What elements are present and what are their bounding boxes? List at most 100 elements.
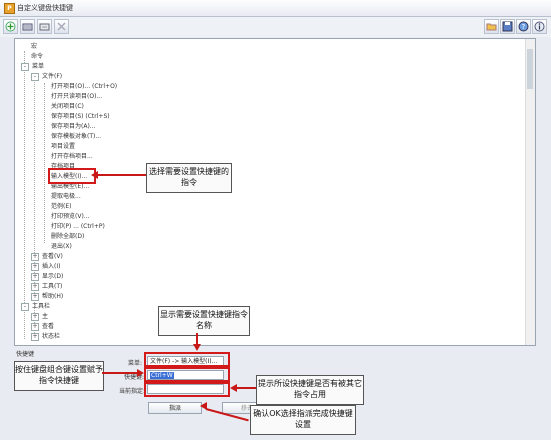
shortcut-group-label: 快捷键 bbox=[16, 351, 35, 358]
tree-item[interactable]: + 状态栏 bbox=[31, 332, 60, 342]
annotation-box-menu bbox=[144, 352, 230, 367]
arrow-hint-used bbox=[236, 387, 256, 389]
tree-item-label: 保存项目为(A)... bbox=[51, 123, 96, 130]
arrow-select-command bbox=[97, 174, 146, 176]
add-icon[interactable] bbox=[3, 19, 18, 34]
tree-item-label: 保存项目(S) (Ctrl+S) bbox=[51, 113, 110, 120]
tree-item[interactable]: 宏 bbox=[21, 42, 37, 52]
expand-icon[interactable]: + bbox=[31, 332, 39, 341]
tree-item-label: 提取电极... bbox=[51, 193, 81, 200]
arrow-press-keys bbox=[102, 372, 139, 374]
tree-item-label: 插入(I) bbox=[42, 263, 61, 270]
tree-guide bbox=[24, 51, 25, 339]
tree-item-label: 删除全部(D) bbox=[51, 233, 85, 240]
window-title: 自定义键盘快捷键 bbox=[17, 4, 73, 12]
tree-item[interactable]: + 帮助(H) bbox=[31, 292, 63, 302]
tree-item[interactable]: + 插入(I) bbox=[31, 262, 60, 272]
arrowhead-select-command bbox=[91, 171, 98, 179]
tree-item-label: 查看 bbox=[42, 323, 55, 330]
app-icon: P bbox=[4, 3, 15, 14]
arrowhead-show-name bbox=[193, 344, 201, 351]
tree-item[interactable]: - 菜单 bbox=[21, 62, 44, 72]
callout-show-name: 显示需要设置快捷键指令名称 bbox=[158, 306, 250, 336]
expand-icon[interactable]: + bbox=[31, 262, 39, 271]
tree-item[interactable]: 命令 bbox=[21, 52, 43, 62]
tree-item[interactable]: 项目设置 bbox=[41, 142, 75, 152]
tree-item-label: 显示(D) bbox=[42, 273, 64, 280]
tree-item-label: 帮助(H) bbox=[42, 293, 64, 300]
tree-item-label: 项目设置 bbox=[51, 143, 76, 150]
tree-item[interactable]: 保存项目(S) (Ctrl+S) bbox=[41, 112, 110, 122]
tree-item-label: 关闭项目(C) bbox=[51, 103, 84, 110]
keyboard-add-icon[interactable] bbox=[20, 19, 35, 34]
tree-item[interactable]: + 主 bbox=[31, 312, 48, 322]
tree-item[interactable]: 打开存档项目... bbox=[41, 152, 93, 162]
tree-item[interactable]: + 查看(V) bbox=[31, 252, 63, 262]
svg-text:?: ? bbox=[522, 23, 526, 31]
tree-item[interactable]: 打印预览(V)... bbox=[41, 212, 90, 222]
current-assigned-label: 当前指定: bbox=[119, 388, 146, 395]
tree-item-label: 输出模型(E)... bbox=[51, 183, 90, 190]
open-folder-icon[interactable] bbox=[484, 19, 499, 34]
tree-item[interactable]: - 工具栏 bbox=[21, 302, 50, 312]
toolbar: ? bbox=[0, 17, 551, 37]
tree-item-label: 打开存档项目... bbox=[51, 153, 93, 160]
tree-item-label: 打印预览(V)... bbox=[51, 213, 90, 220]
arrowhead-confirm bbox=[200, 402, 207, 410]
tree-item-label: 宏 bbox=[31, 43, 38, 50]
tree-item-label: 范例(E) bbox=[51, 203, 72, 210]
expand-icon[interactable]: + bbox=[31, 322, 39, 331]
tree-item[interactable]: 保存项目为(A)... bbox=[41, 122, 96, 132]
tree-item[interactable]: + 显示(D) bbox=[31, 272, 63, 282]
tree-item[interactable]: - 文件(F) bbox=[31, 72, 62, 82]
tree-item[interactable]: 退出(X) bbox=[41, 242, 72, 252]
help-icon[interactable]: ? bbox=[516, 19, 531, 34]
tree-item[interactable]: 删除全部(D) bbox=[41, 232, 84, 242]
command-tree[interactable]: 宏命令 - 菜单 - 文件(F) 打开项目(O)... (Ctrl+O) 打开只读项目(O)… bbox=[14, 38, 536, 346]
tree-item-label: 查看(V) bbox=[42, 253, 63, 260]
scrollbar-thumb[interactable] bbox=[527, 49, 533, 89]
info-icon[interactable] bbox=[532, 19, 547, 34]
tree-item-label: 打开项目(O)... (Ctrl+O) bbox=[51, 83, 118, 90]
expand-icon[interactable]: + bbox=[31, 292, 39, 301]
expand-icon[interactable]: + bbox=[31, 282, 39, 291]
expand-icon[interactable]: + bbox=[31, 252, 39, 261]
tree-item-label: 保存模板对象(T)... bbox=[51, 133, 102, 140]
collapse-icon[interactable]: - bbox=[21, 62, 29, 71]
assign-button[interactable]: 指派 bbox=[148, 402, 202, 414]
arrowhead-press-keys bbox=[137, 369, 144, 377]
callout-hint-used: 提示所设快捷键是否有被其它指令占用 bbox=[256, 375, 364, 405]
collapse-icon[interactable]: - bbox=[31, 72, 39, 81]
collapse-icon[interactable]: - bbox=[21, 302, 29, 311]
tree-item-label: 菜单 bbox=[32, 63, 45, 70]
tree-item-label: 主 bbox=[42, 313, 49, 320]
tree-item-label: 打印(P) ... (Ctrl+P) bbox=[51, 223, 105, 230]
tree-item[interactable]: 保存模板对象(T)... bbox=[41, 132, 101, 142]
tree-item[interactable]: 打开只读项目(O)... bbox=[41, 92, 102, 102]
edit-icon[interactable] bbox=[37, 19, 52, 34]
annotation-box-shortcut bbox=[144, 367, 230, 382]
tree-item-label: 退出(X) bbox=[51, 243, 72, 250]
callout-select-command: 选择需要设置快捷键的指令 bbox=[146, 163, 232, 193]
save-icon[interactable] bbox=[500, 19, 515, 34]
tree-item-label: 工具栏 bbox=[32, 303, 51, 310]
tree-item[interactable]: + 工具(T) bbox=[31, 282, 62, 292]
tree-item[interactable]: 范例(E) bbox=[41, 202, 71, 212]
tree-scrollbar[interactable] bbox=[525, 39, 535, 345]
tree-item-label: 文件(F) bbox=[42, 73, 63, 80]
delete-icon[interactable] bbox=[54, 19, 69, 34]
callout-press-keys: 按住键盘组合键设置赋予指令快捷键 bbox=[14, 361, 104, 391]
arrowhead-hint-used bbox=[230, 384, 237, 392]
expand-icon[interactable]: + bbox=[31, 272, 39, 281]
tree-item[interactable]: 关闭项目(C) bbox=[41, 102, 84, 112]
expand-icon[interactable]: + bbox=[31, 312, 39, 321]
tree-item-label: 工具(T) bbox=[42, 283, 63, 290]
tree-item[interactable]: 提取电极... bbox=[41, 192, 81, 202]
tree-item-label: 状态栏 bbox=[42, 333, 61, 340]
tree-item[interactable]: 打印(P) ... (Ctrl+P) bbox=[41, 222, 105, 232]
menu-label: 菜单: bbox=[128, 360, 143, 367]
tree-item[interactable]: 打开项目(O)... (Ctrl+O) bbox=[41, 82, 117, 92]
annotation-box-current bbox=[144, 382, 230, 397]
callout-confirm: 确认OK选择指派完成快捷键设置 bbox=[250, 405, 356, 435]
tree-item[interactable]: + 查看 bbox=[31, 322, 54, 332]
